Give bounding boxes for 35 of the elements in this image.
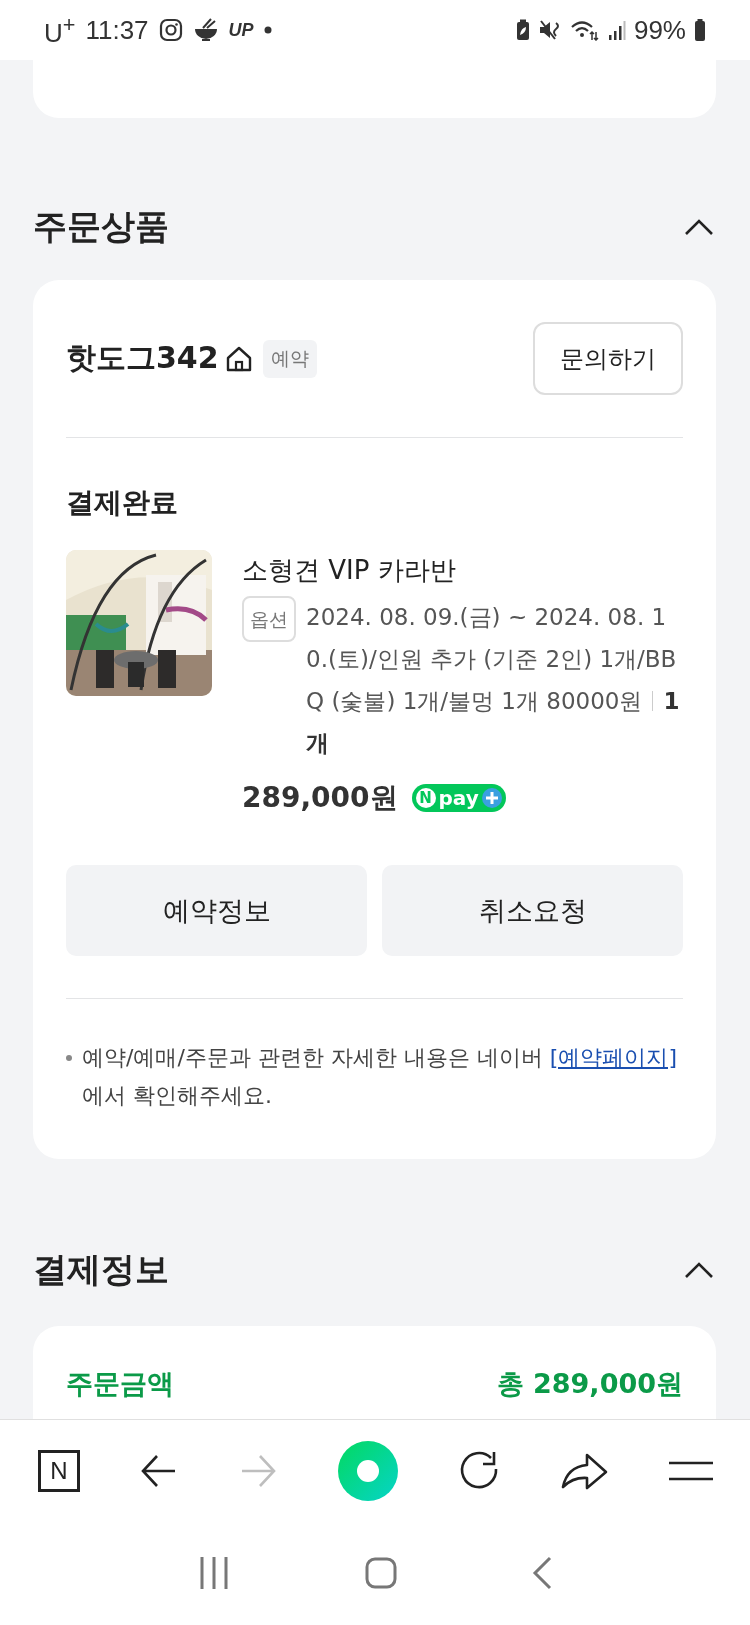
back-icon[interactable] [532, 1556, 553, 1590]
inquiry-button[interactable]: 문의하기 [533, 322, 683, 395]
wifi-icon [569, 19, 600, 41]
clock: 11:37 [85, 14, 149, 46]
product-name: 소형견 VIP 카라반 [242, 554, 457, 587]
home-icon[interactable] [224, 344, 253, 373]
battery-level: 99% [633, 14, 686, 46]
section-title: 주문상품 [33, 205, 169, 248]
dot-icon [263, 26, 272, 34]
battery-icon [694, 18, 706, 42]
booking-page-link[interactable]: [예약페이지] [549, 1045, 677, 1070]
camera-icon [158, 18, 183, 42]
store-name: 핫도그342 [66, 339, 219, 377]
section-title: 결제정보 [33, 1248, 169, 1291]
mute-icon [537, 19, 562, 41]
collapse-icon[interactable] [684, 1261, 714, 1279]
product-price: 289,000원 [242, 780, 398, 816]
option-label: 옵션 [242, 596, 296, 642]
store-tag: 예약 [262, 339, 317, 378]
bowl-icon [192, 18, 219, 42]
option-details: 2024. 08. 09.(금) ~ 2024. 08. 10.(토)/인원 추가 (기준 2인) 1개/BBQ (숯불) 1개/불멍 1개 80000원 1개 [306, 603, 681, 758]
battery-saver-icon [515, 19, 530, 41]
note-text: 예약/예매/주문과 관련한 자세한 내용은 네이버 [예약페이지] 에서 확인해주세요. [82, 1044, 678, 1110]
action-button[interactable]: 예약정보 [66, 865, 367, 956]
pay-badge: N pay [411, 784, 506, 812]
order-amount: 총 289,000원 [496, 1367, 683, 1401]
signal-icon [607, 19, 626, 41]
action-button[interactable]: 취소요청 [382, 865, 683, 956]
carrier: U$^{+}$ [44, 11, 76, 49]
app-logo: UP [228, 19, 254, 41]
order-status: 결제완료 [66, 485, 179, 521]
home-button[interactable]: N [38, 1449, 80, 1492]
order-amount-label: 주문금액 [66, 1367, 174, 1401]
collapse-icon[interactable] [684, 218, 714, 236]
menu-icon[interactable] [668, 1459, 714, 1482]
